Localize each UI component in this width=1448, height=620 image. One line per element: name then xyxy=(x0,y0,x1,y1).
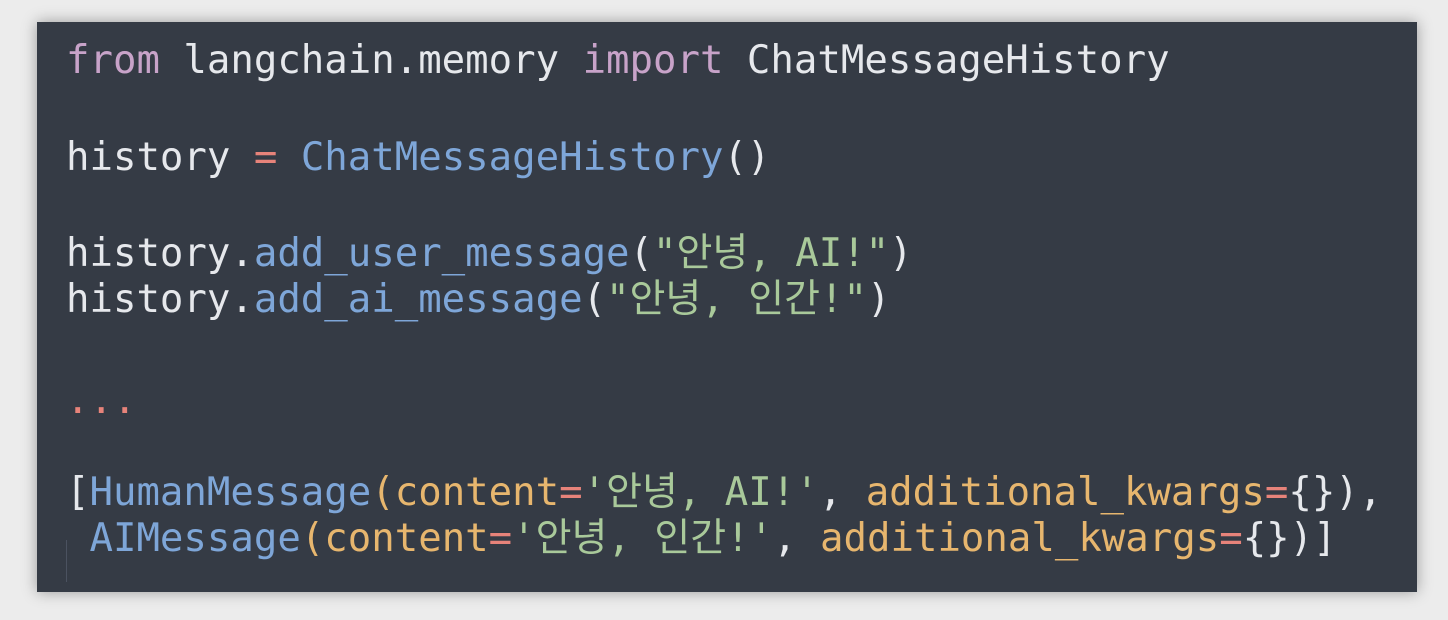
method-add-ai-message: add_ai_message xyxy=(253,277,583,322)
code-line-1: from langchain.memory import ChatMessage… xyxy=(66,36,1170,86)
keyword-from: from xyxy=(66,38,160,83)
constructor-call: ChatMessageHistory xyxy=(300,135,724,180)
code-editor: from langchain.memory import ChatMessage… xyxy=(37,22,1417,592)
assign-operator: = xyxy=(253,135,278,180)
param-additional-kwargs: additional_kwargs xyxy=(865,470,1265,515)
class-human-message: HumanMessage xyxy=(89,470,372,515)
line-tail: {})] xyxy=(1242,516,1337,561)
code-line-6: [HumanMessage(content='안녕, AI!', additio… xyxy=(66,468,1382,518)
param-additional-kwargs: additional_kwargs xyxy=(820,516,1220,561)
param-content: content xyxy=(394,470,560,515)
string-literal: "안녕, 인간!" xyxy=(606,277,867,322)
code-line-2: history = ChatMessageHistory() xyxy=(66,133,770,183)
equals: = xyxy=(559,470,583,515)
open-paren: ( xyxy=(300,516,325,561)
leading-space xyxy=(66,516,89,561)
open-paren: ( xyxy=(629,231,654,276)
comma: , xyxy=(818,470,866,515)
string-literal: '안녕, 인간!' xyxy=(512,516,774,561)
variable-history: history xyxy=(66,135,254,180)
object-ref: history. xyxy=(66,277,254,322)
param-content: content xyxy=(324,516,489,561)
line-tail: {}), xyxy=(1288,470,1383,515)
equals: = xyxy=(488,516,513,561)
open-paren: ( xyxy=(582,277,607,322)
module-name: langchain.memory xyxy=(159,38,583,83)
string-literal: '안녕, AI!' xyxy=(582,470,819,515)
equals: = xyxy=(1264,470,1289,515)
string-literal: "안녕, AI!" xyxy=(653,231,890,276)
imported-class: ChatMessageHistory xyxy=(723,38,1170,83)
equals: = xyxy=(1219,516,1243,561)
comma: , xyxy=(773,516,821,561)
keyword-import: import xyxy=(582,38,724,83)
close-paren: ) xyxy=(889,231,913,276)
code-line-4: history.add_ai_message("안녕, 인간!") xyxy=(66,275,890,325)
code-line-5: ... xyxy=(66,376,136,426)
open-bracket: [ xyxy=(66,470,90,515)
ellipsis: ... xyxy=(66,378,137,423)
call-parens: () xyxy=(723,135,771,180)
class-ai-message: AIMessage xyxy=(89,516,301,561)
object-ref: history. xyxy=(66,231,254,276)
open-paren: ( xyxy=(371,470,395,515)
code-line-3: history.add_user_message("안녕, AI!") xyxy=(66,229,913,279)
method-add-user-message: add_user_message xyxy=(253,231,630,276)
close-paren: ) xyxy=(866,277,891,322)
code-line-7: AIMessage(content='안녕, 인간!', additional_… xyxy=(66,514,1337,564)
